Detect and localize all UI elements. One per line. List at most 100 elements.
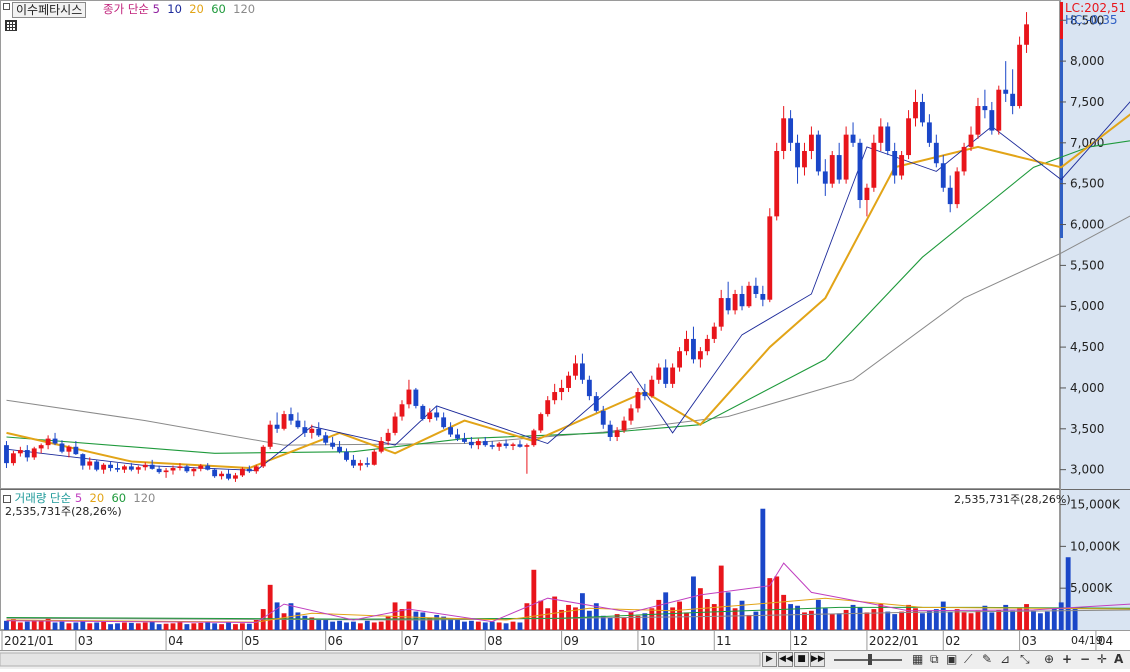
candle-body	[885, 126, 890, 151]
candle-body	[712, 327, 717, 339]
settings-icon[interactable]: ▣	[946, 652, 957, 666]
candle-body	[760, 294, 765, 300]
volume-bar	[316, 620, 321, 630]
grid-icon[interactable]: ▦	[912, 652, 923, 666]
corner-icon	[3, 3, 10, 10]
candle-body	[476, 441, 481, 445]
candle-body	[129, 466, 134, 469]
candle-body	[1024, 24, 1029, 44]
stock-name-box[interactable]: 이수페타시스	[12, 2, 86, 18]
candle-body	[865, 188, 870, 200]
volume-bar	[379, 622, 384, 630]
candle-body	[511, 444, 516, 446]
volume-legend-prefix[interactable]: 거래량 단순	[15, 491, 72, 505]
volume-bar	[823, 608, 828, 630]
candle-body	[268, 425, 273, 447]
volume-bar	[920, 613, 925, 630]
date-scrollbar[interactable]	[0, 653, 760, 666]
candle-body	[518, 444, 523, 446]
volume-bar	[788, 604, 793, 630]
table-icon[interactable]	[5, 20, 17, 31]
move-icon[interactable]: ✛	[1097, 652, 1107, 666]
candle-body	[309, 429, 314, 433]
volume-bar	[885, 612, 890, 630]
volume-legend-ma60[interactable]: 60	[111, 491, 126, 505]
candle-body	[108, 465, 113, 468]
volume-bar	[858, 607, 863, 630]
next-icon[interactable]: ▶▶	[810, 652, 825, 667]
price-axis-label: 5,500	[1070, 258, 1104, 272]
candle-body	[337, 447, 342, 452]
volume-bar	[94, 622, 99, 630]
measure-icon[interactable]: ⊿	[1000, 652, 1010, 666]
candle-body	[642, 392, 647, 396]
volume-legend-ma20[interactable]: 20	[90, 491, 105, 505]
candle-body	[66, 447, 71, 452]
volume-bar	[372, 622, 377, 630]
candle-body	[969, 135, 974, 147]
trend-icon[interactable]: ⟋	[964, 652, 972, 666]
volume-bar	[760, 509, 765, 630]
volume-bar	[448, 619, 453, 630]
chart-canvas[interactable]: 8,5008,0007,5007,0006,5006,0005,5005,000…	[0, 0, 1130, 669]
draw-icon[interactable]: ✎	[982, 652, 992, 666]
volume-axis-label: 10,000K	[1070, 539, 1121, 553]
candle-body	[858, 143, 863, 200]
volume-bar	[1003, 605, 1008, 630]
first-page-icon[interactable]: ◀◀	[778, 652, 793, 667]
volume-bar	[781, 595, 786, 630]
volume-legend-ma5[interactable]: 5	[75, 491, 82, 505]
auto-scale-icon[interactable]: A	[1114, 652, 1123, 666]
minus-icon[interactable]: −	[1080, 652, 1090, 666]
volume-bar	[1045, 612, 1050, 630]
zoom-in-icon[interactable]: ⊕	[1044, 652, 1054, 666]
prev-icon[interactable]: ▶	[762, 652, 777, 667]
volume-bar	[719, 566, 724, 630]
volume-bar	[1031, 611, 1036, 630]
price-axis-label: 6,500	[1070, 177, 1104, 191]
x-axis-label: 07	[404, 634, 419, 648]
volume-bar	[663, 592, 668, 630]
candle-body	[899, 155, 904, 175]
volume-bar	[941, 602, 946, 630]
candle-body	[4, 445, 9, 463]
price-axis-label: 3,500	[1070, 422, 1104, 436]
price-legend-ma120[interactable]: 120	[233, 2, 255, 16]
candle-body	[871, 143, 876, 188]
candle-body	[39, 445, 44, 448]
copy-icon[interactable]: ⧉	[930, 652, 939, 666]
candle-body	[275, 425, 280, 429]
x-axis-label: 08	[487, 634, 502, 648]
price-legend-ma20[interactable]: 20	[189, 2, 204, 16]
volume-bar	[282, 613, 287, 630]
fit-icon[interactable]: ⤡	[1020, 652, 1030, 666]
candle-body	[427, 412, 432, 419]
plus-icon[interactable]: +	[1062, 652, 1072, 666]
price-legend-ma5[interactable]: 5	[153, 2, 160, 16]
candle-body	[53, 439, 58, 444]
stock-name: 이수페타시스	[16, 3, 82, 17]
candle-body	[851, 135, 856, 143]
volume-bar	[198, 623, 203, 630]
volume-legend-ma120[interactable]: 120	[133, 491, 155, 505]
price-legend-ma10[interactable]: 10	[167, 2, 182, 16]
candle-body	[282, 414, 287, 429]
navigation-toolbar: ▶ ◀◀ ■ ▶▶	[762, 651, 825, 668]
candle-body	[219, 474, 224, 476]
candle-body	[379, 441, 384, 452]
volume-bar	[892, 614, 897, 630]
candle-body	[462, 439, 467, 442]
candle-body	[316, 429, 321, 436]
volume-bar	[511, 622, 516, 630]
candle-body	[358, 463, 363, 465]
candle-body	[698, 351, 703, 359]
price-legend-prefix[interactable]: 종가 단순	[103, 2, 149, 16]
stop-icon[interactable]: ■	[794, 652, 809, 667]
candle-body	[1003, 90, 1008, 94]
price-axis-label: 5,000	[1070, 299, 1104, 313]
candle-body	[441, 417, 446, 427]
volume-bar	[747, 615, 752, 630]
volume-bar	[830, 614, 835, 630]
price-legend-ma60[interactable]: 60	[211, 2, 226, 16]
volume-bar	[455, 620, 460, 630]
